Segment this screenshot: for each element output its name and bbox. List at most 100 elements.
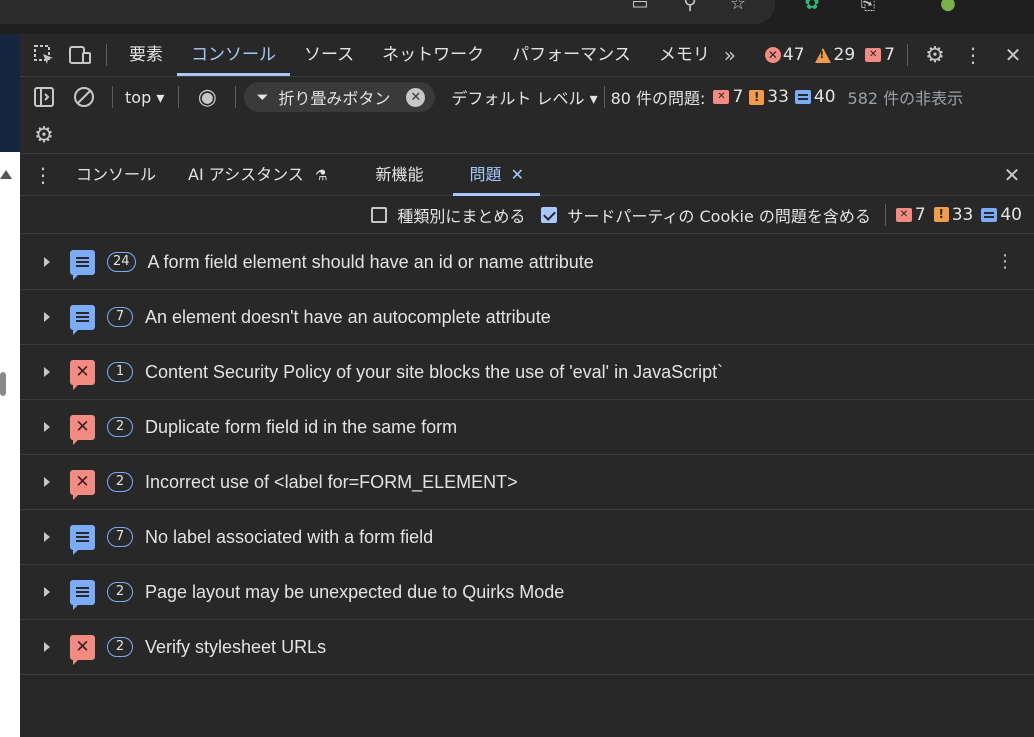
expand-chevron-icon[interactable]	[44, 587, 50, 597]
drawer-menu-kebab-icon[interactable]: ⋮	[26, 163, 60, 187]
issue-error-icon: ✕	[865, 48, 882, 62]
issue-row[interactable]: 24 A form field element should have an i…	[20, 235, 1034, 290]
issue-info-icon	[794, 90, 811, 104]
divider	[112, 86, 113, 108]
extension-icon[interactable]: ✿	[800, 0, 824, 14]
error-message-icon: ✕	[70, 634, 95, 665]
clear-filter-icon[interactable]: ✕	[406, 87, 426, 107]
issue-count-badge: 7	[107, 307, 133, 327]
close-tab-icon[interactable]: ✕	[511, 165, 524, 184]
issues-error-count: ✕ 7	[895, 205, 926, 225]
issue-warnings-count[interactable]: ! 33	[749, 87, 789, 107]
drawer-tab-ai-assistance[interactable]: AI アシスタンス ⚗	[172, 155, 343, 195]
group-by-kind-checkbox[interactable]	[371, 206, 388, 223]
issue-row[interactable]: ✕ 2 Duplicate form field id in the same …	[20, 400, 1034, 455]
drawer-tab-console[interactable]: コンソール	[60, 155, 172, 195]
issue-count-badge: 2	[107, 582, 133, 602]
live-expression-eye-icon[interactable]: ◉	[187, 85, 227, 110]
info-message-icon	[70, 579, 95, 610]
tab-memory[interactable]: メモリ	[645, 34, 716, 76]
expand-chevron-icon[interactable]	[44, 367, 50, 377]
more-tabs-chevron-icon[interactable]: »	[716, 43, 744, 67]
main-tab-bar: 要素 コンソール ソース ネットワーク パフォーマンス メモリ » ✕ 47 !…	[20, 34, 1034, 76]
hidden-messages-count: 582 件の非表示	[847, 89, 964, 108]
tab-elements[interactable]: 要素	[115, 34, 177, 76]
page-header-strip	[0, 34, 20, 152]
issue-count-badge: 2	[107, 637, 133, 657]
profile-avatar-icon[interactable]: ●	[936, 0, 960, 14]
error-message-icon: ✕	[70, 469, 95, 500]
tab-console[interactable]: コンソール	[177, 34, 290, 76]
page-viewport-edge	[0, 34, 20, 737]
issue-title: Page layout may be unexpected due to Qui…	[145, 581, 565, 602]
log-level-dropdown[interactable]: デフォルト レベル ▾	[451, 85, 597, 109]
more-options-kebab-icon[interactable]: ⋮	[954, 43, 992, 67]
tab-sources[interactable]: ソース	[290, 34, 368, 76]
issue-row[interactable]: 2 Page layout may be unexpected due to Q…	[20, 565, 1034, 620]
sidebar-toggle-icon[interactable]	[24, 86, 64, 108]
drawer-tab-whats-new[interactable]: 新機能	[359, 155, 439, 195]
expand-chevron-icon[interactable]	[44, 532, 50, 542]
issue-row[interactable]: ✕ 2 Verify stylesheet URLs	[20, 620, 1034, 675]
third-party-cookie-checkbox[interactable]	[541, 206, 558, 223]
info-message-icon	[70, 524, 95, 555]
search-icon[interactable]: ⚲	[678, 0, 702, 14]
issue-info-icon	[981, 207, 998, 222]
issue-row[interactable]: 7 No label associated with a form field	[20, 510, 1034, 565]
context-selector[interactable]: top ▾	[125, 88, 164, 107]
issues-toolbar: 種類別にまとめる サードパーティの Cookie の問題を含める ✕ 7 ! 3…	[20, 196, 1034, 234]
warning-triangle-icon: !	[814, 47, 831, 63]
issue-count-badge: 24	[107, 252, 136, 272]
filter-funnel-icon: ⏷	[256, 88, 269, 106]
issue-title: An element doesn't have an autocomplete …	[145, 306, 551, 327]
divider	[235, 86, 237, 108]
expand-chevron-icon[interactable]	[44, 422, 50, 432]
issues-counter[interactable]: ✕ 7	[865, 45, 895, 65]
tab-network[interactable]: ネットワーク	[368, 34, 498, 76]
devtools-panel: 要素 コンソール ソース ネットワーク パフォーマンス メモリ » ✕ 47 !…	[20, 34, 1034, 737]
drawer-tab-issues[interactable]: 問題 ✕	[453, 155, 540, 196]
cast-icon[interactable]: ▭	[628, 0, 652, 14]
issue-row[interactable]: 7 An element doesn't have an autocomplet…	[20, 290, 1034, 345]
issues-summary-label[interactable]: 80 件の問題:	[611, 85, 706, 109]
device-toolbar-icon[interactable]	[62, 45, 98, 65]
issue-warning-icon: !	[749, 89, 765, 105]
issue-errors-count[interactable]: ✕ 7	[713, 87, 743, 107]
row-menu-kebab-icon[interactable]: ⋮	[996, 253, 1014, 271]
console-toolbar: top ▾ ◉ ⏷ 折り畳みボタン ✕ デフォルト レベル ▾ 80 件の問題:…	[20, 76, 1034, 154]
browser-top-bar: ▭ ⚲ ☆ ✿ ⎘ ●	[0, 0, 1034, 34]
error-message-icon: ✕	[70, 359, 95, 390]
issue-title: Content Security Policy of your site blo…	[145, 361, 724, 382]
close-devtools-icon[interactable]: ✕	[992, 43, 1034, 67]
share-icon[interactable]: ⎘	[856, 0, 880, 14]
tab-performance[interactable]: パフォーマンス	[498, 34, 645, 76]
settings-gear-icon[interactable]: ⚙	[916, 43, 954, 68]
omnibox-strip	[0, 0, 775, 24]
issue-row[interactable]: ✕ 1 Content Security Policy of your site…	[20, 345, 1034, 400]
expand-chevron-icon[interactable]	[44, 642, 50, 652]
third-party-cookie-label[interactable]: サードパーティの Cookie の問題を含める	[567, 203, 871, 227]
expand-chevron-icon[interactable]	[44, 477, 50, 487]
group-by-kind-label[interactable]: 種類別にまとめる	[397, 203, 525, 227]
issue-row[interactable]: ✕ 2 Incorrect use of <label for=FORM_ELE…	[20, 455, 1034, 510]
page-scrollbar[interactable]	[0, 372, 6, 396]
issues-info-count: 40	[981, 205, 1022, 225]
close-drawer-icon[interactable]: ✕	[990, 163, 1034, 187]
clear-console-icon[interactable]	[64, 86, 104, 108]
bookmark-star-icon[interactable]: ☆	[726, 0, 750, 14]
issue-warning-icon: !	[933, 207, 949, 222]
expand-chevron-icon[interactable]	[44, 312, 50, 322]
filter-input[interactable]: ⏷ 折り畳みボタン ✕	[244, 82, 436, 112]
console-settings-gear-icon[interactable]: ⚙	[32, 123, 56, 148]
inspect-element-icon[interactable]	[26, 44, 62, 66]
expand-chevron-icon[interactable]	[44, 257, 50, 267]
divider	[907, 44, 908, 66]
divider	[603, 86, 605, 108]
warning-counter[interactable]: ! 29	[814, 45, 855, 65]
issue-count-badge: 2	[107, 472, 133, 492]
divider	[884, 203, 886, 226]
error-circle-icon: ✕	[764, 47, 781, 63]
issues-list: 24 A form field element should have an i…	[20, 235, 1034, 675]
error-counter[interactable]: ✕ 47	[764, 45, 805, 65]
issue-info-count[interactable]: 40	[794, 87, 836, 107]
